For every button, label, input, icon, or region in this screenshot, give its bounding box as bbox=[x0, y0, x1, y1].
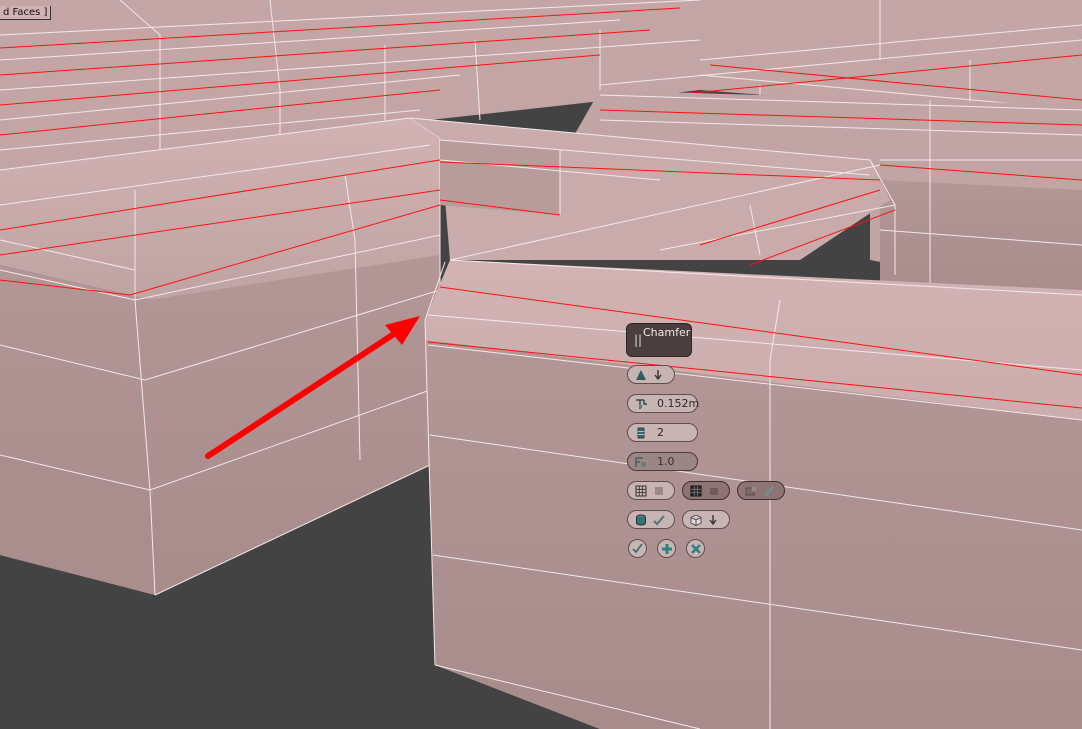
square-icon bbox=[652, 484, 666, 498]
grip-icon[interactable]: || bbox=[634, 334, 642, 346]
cube-icon bbox=[689, 513, 703, 527]
check-pen-icon bbox=[652, 513, 666, 527]
arrow-down-icon bbox=[651, 368, 665, 382]
grid-icon bbox=[689, 484, 703, 498]
cancel-icon bbox=[690, 543, 702, 555]
3d-viewport[interactable]: d Faces ] || Chamfer 0.152m 2 1.0 bbox=[0, 0, 1082, 729]
smooth-icon bbox=[744, 484, 758, 498]
caddy-title-bar[interactable]: || Chamfer bbox=[627, 324, 691, 356]
apply-continue-button[interactable] bbox=[657, 539, 676, 558]
arrow-down-icon bbox=[706, 513, 720, 527]
segments-icon bbox=[634, 426, 648, 440]
segments-value[interactable]: 2 bbox=[657, 425, 664, 441]
smooth-chamfer-toggle[interactable] bbox=[737, 481, 785, 500]
tension-field[interactable]: 1.0 bbox=[627, 452, 698, 471]
cylinder-icon bbox=[634, 513, 648, 527]
brush-icon bbox=[762, 484, 776, 498]
apply-continue-icon bbox=[661, 543, 673, 555]
quad-intersection-toggle[interactable] bbox=[682, 481, 730, 500]
smooth-type-dropdown[interactable] bbox=[682, 510, 730, 529]
amount-value[interactable]: 0.152m bbox=[657, 396, 699, 412]
cancel-button[interactable] bbox=[686, 539, 705, 558]
chamfer-mode-dropdown[interactable] bbox=[627, 365, 675, 384]
tension-icon bbox=[634, 455, 648, 469]
caddy-title: Chamfer bbox=[643, 326, 691, 339]
amount-field[interactable]: 0.152m bbox=[627, 394, 699, 413]
segments-field[interactable]: 2 bbox=[627, 423, 698, 442]
chamfer-caddy: || Chamfer 0.152m 2 1.0 bbox=[627, 324, 807, 564]
grid-icon bbox=[634, 484, 648, 498]
folder-icon bbox=[707, 484, 721, 498]
ok-button[interactable] bbox=[628, 539, 647, 558]
viewport-label[interactable]: d Faces ] bbox=[0, 6, 52, 20]
map-ids-toggle[interactable] bbox=[627, 510, 675, 529]
tension-value[interactable]: 1.0 bbox=[657, 454, 675, 470]
viewport-canvas[interactable] bbox=[0, 0, 1082, 729]
amount-icon bbox=[634, 397, 648, 411]
open-chamfer-toggle[interactable] bbox=[627, 481, 675, 500]
ok-icon bbox=[632, 543, 643, 554]
chamfer-type-icon bbox=[634, 368, 648, 382]
